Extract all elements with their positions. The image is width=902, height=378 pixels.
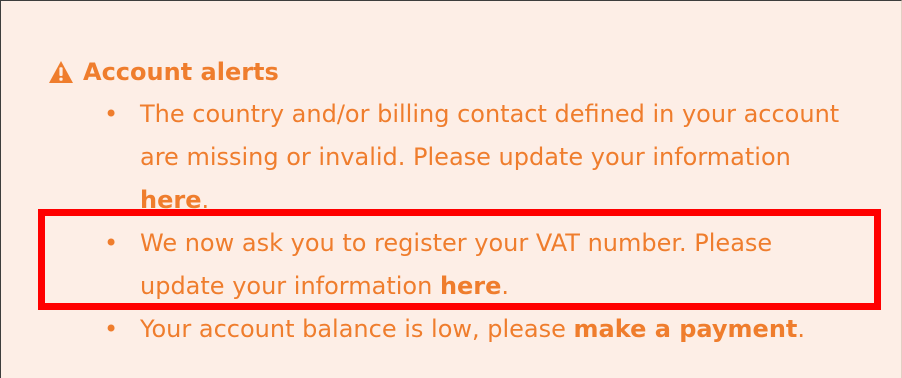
account-alerts-list: • The country and/or billing contact def… bbox=[104, 93, 864, 351]
alert-item-suffix: . bbox=[201, 186, 210, 214]
alert-item-text: The country and/or billing contact defin… bbox=[140, 100, 840, 171]
alert-item-text: Your account balance is low, please bbox=[140, 315, 574, 343]
account-alerts-header: Account alerts bbox=[48, 53, 279, 91]
alert-item-billing-contact: • The country and/or billing contact def… bbox=[104, 93, 864, 222]
bullet-icon: • bbox=[104, 315, 119, 343]
alert-item-suffix: . bbox=[797, 315, 806, 343]
alert-item-suffix: . bbox=[501, 272, 510, 300]
bullet-icon: • bbox=[104, 229, 119, 257]
account-alerts-panel: Account alerts • The country and/or bill… bbox=[0, 0, 902, 378]
update-information-link[interactable]: here bbox=[140, 186, 201, 214]
bullet-icon: • bbox=[104, 100, 119, 128]
register-vat-link[interactable]: here bbox=[440, 272, 501, 300]
make-payment-link[interactable]: make a payment bbox=[574, 315, 798, 343]
account-alerts-title: Account alerts bbox=[83, 58, 279, 86]
warning-icon bbox=[48, 60, 74, 84]
alert-item-vat-number: • We now ask you to register your VAT nu… bbox=[104, 222, 864, 308]
alert-item-low-balance: • Your account balance is low, please ma… bbox=[104, 308, 864, 351]
